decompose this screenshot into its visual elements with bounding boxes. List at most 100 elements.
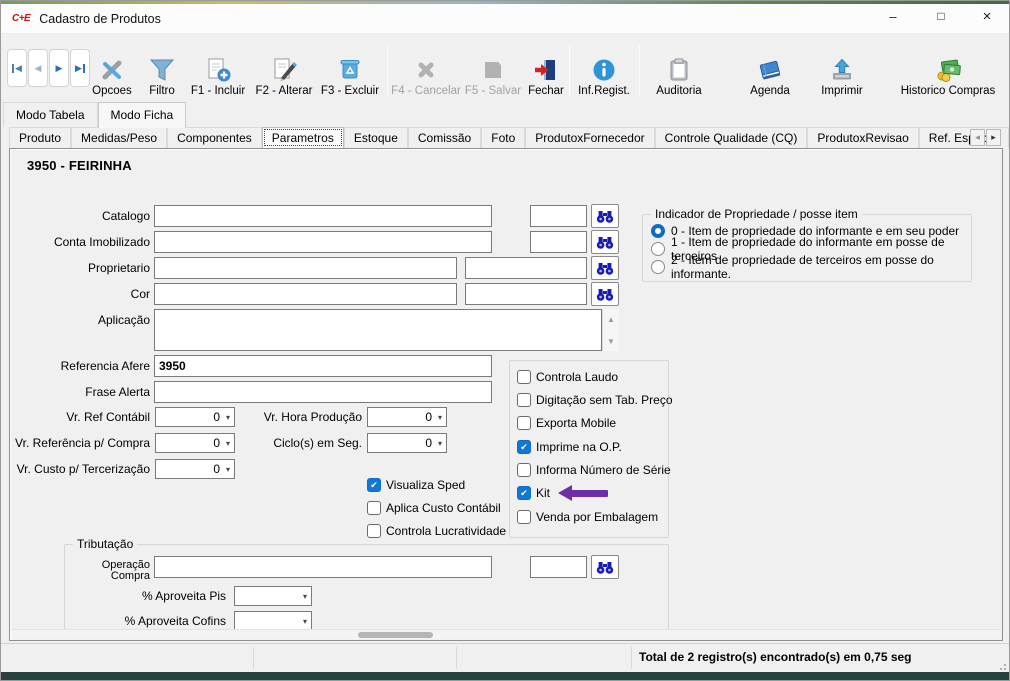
tab-foto[interactable]: Foto <box>481 127 525 148</box>
radio-posse-2[interactable]: 2 - Item de propriedade de terceiros em … <box>651 259 971 275</box>
checkbox-digitacao-sem-tab-preco[interactable]: Digitação sem Tab. Preço <box>517 392 673 408</box>
checkbox-controla-lucratividade[interactable]: Controla Lucratividade <box>367 523 506 539</box>
kit-annotation-arrow-icon <box>558 485 608 501</box>
checkbox-kit[interactable]: ✔ Kit <box>517 485 550 501</box>
f4-cancelar-button: F4 - Cancelar <box>393 43 459 97</box>
property-groupbox-legend: Indicador de Propriedade / posse item <box>651 207 862 221</box>
frase-alerta-input[interactable] <box>154 381 492 403</box>
filtro-button[interactable]: Filtro <box>139 43 185 97</box>
tab-parametros[interactable]: Parametros <box>262 127 344 148</box>
app-window: C+E Cadastro de Produtos – □ × ◀ ◀ ▶ ▶ O… <box>0 0 1010 681</box>
checkbox-icon[interactable] <box>517 463 531 477</box>
print-icon <box>828 56 856 84</box>
conta-imobilizado-code-input[interactable] <box>530 231 587 253</box>
minimize-icon[interactable]: – <box>877 1 909 31</box>
checkbox-icon[interactable] <box>517 416 531 430</box>
resize-grip[interactable] <box>996 660 1006 670</box>
radio-icon[interactable] <box>651 242 665 256</box>
aproveita-pis-combo[interactable]: ▾ <box>234 586 312 606</box>
chevron-down-icon: ▾ <box>438 413 442 422</box>
checkbox-icon[interactable] <box>367 501 381 515</box>
conta-imobilizado-input[interactable] <box>154 231 492 253</box>
vr-hora-producao-combo[interactable]: 0 ▾ <box>367 407 447 427</box>
radio-icon[interactable] <box>651 260 665 274</box>
vr-hora-producao-label: Vr. Hora Produção <box>222 406 362 428</box>
referencia-afere-input[interactable] <box>154 355 492 377</box>
f2-alterar-button[interactable]: F2 - Alterar <box>253 43 315 97</box>
checkbox-icon[interactable] <box>517 393 531 407</box>
proprietario-input[interactable] <box>154 257 457 279</box>
aproveita-cofins-combo[interactable]: ▾ <box>234 611 312 631</box>
vr-custo-tercerizacao-label: Vr. Custo p/ Tercerização <box>10 458 150 480</box>
operacao-compra-code-input[interactable] <box>530 556 587 578</box>
nav-next-button[interactable]: ▶ <box>49 49 69 87</box>
status-divider <box>631 647 632 669</box>
scroll-down-icon[interactable]: ▼ <box>603 331 619 351</box>
tab-modo-tabela[interactable]: Modo Tabela <box>3 102 98 127</box>
agenda-button[interactable]: Agenda <box>741 43 799 97</box>
historico-compras-button[interactable]: Historico Compras <box>889 43 1007 97</box>
operacao-compra-input[interactable] <box>154 556 492 578</box>
tab-scroll-left-icon[interactable]: ◂ <box>970 129 985 146</box>
checkbox-controla-laudo[interactable]: Controla Laudo <box>517 369 618 385</box>
f3-excluir-button[interactable]: F3 - Excluir <box>319 43 381 97</box>
aplicacao-textarea[interactable] <box>154 309 602 351</box>
tab-controle-qualidade[interactable]: Controle Qualidade (CQ) <box>655 127 808 148</box>
radio-selected-icon[interactable] <box>651 224 665 238</box>
auditoria-button[interactable]: Auditoria <box>649 43 709 97</box>
close-icon[interactable]: × <box>971 1 1003 31</box>
desktop-strip <box>1 672 1009 680</box>
tab-produtoxrevisao[interactable]: ProdutoxRevisao <box>807 127 918 148</box>
vr-custo-tercerizacao-combo[interactable]: 0 ▾ <box>155 459 235 479</box>
window-title: Cadastro de Produtos <box>39 12 161 26</box>
toolbar: ◀ ◀ ▶ ▶ Opcoes Filtro F1 - Incluir F2 - … <box>1 35 1009 102</box>
catalogo-input[interactable] <box>154 205 492 227</box>
binoculars-icon <box>596 287 614 302</box>
maximize-icon[interactable]: □ <box>925 1 957 31</box>
tab-scroll-right-icon[interactable]: ▸ <box>986 129 1001 146</box>
tab-produtoxfornecedor[interactable]: ProdutoxFornecedor <box>525 127 654 148</box>
proprietario-search-button[interactable] <box>591 256 619 280</box>
checkbox-informa-numero-serie[interactable]: Informa Número de Série <box>517 462 671 478</box>
panel-horizontal-scrollbar[interactable] <box>11 629 1001 639</box>
catalogo-code-input[interactable] <box>530 205 587 227</box>
status-divider <box>253 647 254 669</box>
ciclos-em-seg-combo[interactable]: 0 ▾ <box>367 433 447 453</box>
fechar-button[interactable]: Fechar <box>525 43 567 97</box>
tab-produto[interactable]: Produto <box>9 127 71 148</box>
scroll-up-icon[interactable]: ▲ <box>603 309 619 329</box>
cor-code-input[interactable] <box>465 283 587 305</box>
imprimir-button[interactable]: Imprimir <box>813 43 871 97</box>
app-logo-icon: C+E <box>12 13 30 24</box>
checkbox-checked-icon[interactable]: ✔ <box>517 486 531 500</box>
opcoes-button[interactable]: Opcoes <box>85 43 139 97</box>
catalogo-search-button[interactable] <box>591 204 619 228</box>
tab-componentes[interactable]: Componentes <box>167 127 262 148</box>
checkbox-venda-por-embalagem[interactable]: Venda por Embalagem <box>517 509 658 525</box>
checkbox-checked-icon[interactable]: ✔ <box>517 440 531 454</box>
checkbox-checked-icon[interactable]: ✔ <box>367 478 381 492</box>
tab-comissao[interactable]: Comissão <box>408 127 481 148</box>
tab-medidas-peso[interactable]: Medidas/Peso <box>71 127 167 148</box>
checkbox-icon[interactable] <box>367 524 381 538</box>
checkbox-imprime-na-op[interactable]: ✔ Imprime na O.P. <box>517 439 622 455</box>
nav-previous-button[interactable]: ◀ <box>28 49 48 87</box>
checkbox-visualiza-sped[interactable]: ✔ Visualiza Sped <box>367 477 465 493</box>
checkbox-exporta-mobile[interactable]: Exporta Mobile <box>517 415 616 431</box>
proprietario-code-input[interactable] <box>465 257 587 279</box>
cor-input[interactable] <box>154 283 457 305</box>
tab-estoque[interactable]: Estoque <box>344 127 408 148</box>
checkbox-icon[interactable] <box>517 370 531 384</box>
checkbox-aplica-custo-contabil[interactable]: Aplica Custo Contábil <box>367 500 501 516</box>
operacao-compra-search-button[interactable] <box>591 555 619 579</box>
checkbox-icon[interactable] <box>517 510 531 524</box>
scrollbar-thumb[interactable] <box>358 632 433 638</box>
cor-search-button[interactable] <box>591 282 619 306</box>
tab-modo-ficha[interactable]: Modo Ficha <box>98 102 187 128</box>
f1-incluir-button[interactable]: F1 - Incluir <box>187 43 249 97</box>
aplicacao-scrollbar[interactable]: ▲ ▼ <box>602 309 619 351</box>
next-record-icon: ▶ <box>56 64 63 73</box>
inf-regist-button[interactable]: Inf.Regist. <box>573 43 635 97</box>
nav-first-button[interactable]: ◀ <box>7 49 27 87</box>
conta-imobilizado-search-button[interactable] <box>591 230 619 254</box>
